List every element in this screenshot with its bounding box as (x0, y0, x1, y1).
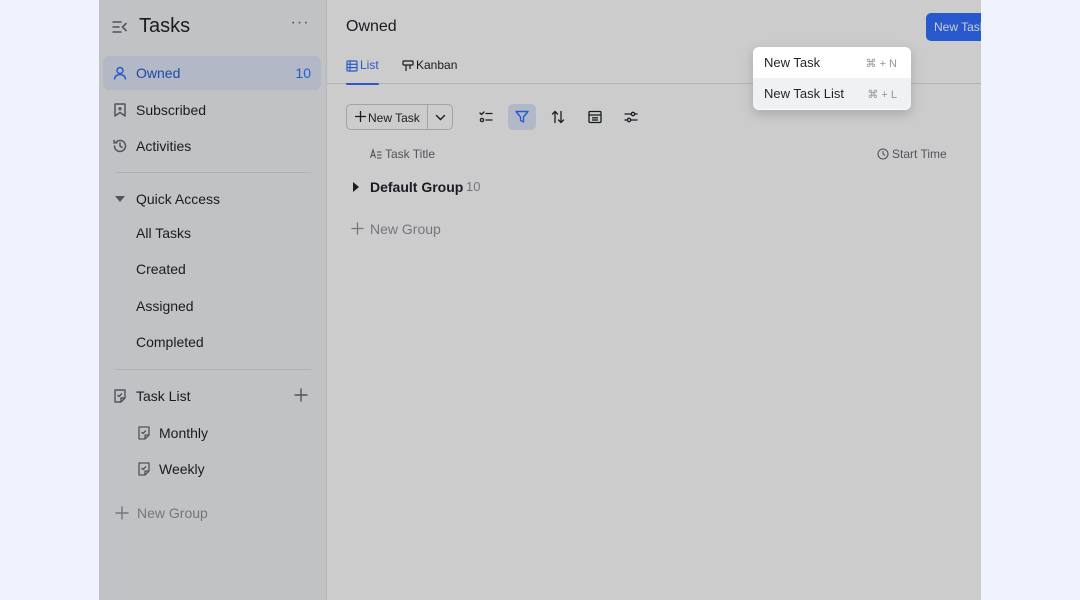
column-label: Start Time (892, 147, 947, 161)
filter-tool-button[interactable] (508, 104, 536, 130)
tab-label: List (360, 58, 379, 72)
sidebar-item-owned[interactable]: Owned 10 (103, 56, 321, 90)
plus-icon (355, 111, 366, 122)
page-title: Owned (346, 18, 397, 35)
column-label: Task Title (385, 147, 436, 161)
user-icon (112, 65, 128, 81)
shortcut-hint: ⌘ + L (867, 89, 897, 101)
sidebar-item-completed[interactable]: Completed (103, 326, 321, 358)
group-table-icon (588, 110, 602, 124)
filter-icon (515, 110, 529, 123)
bookmark-icon (112, 102, 128, 118)
add-task-list-icon[interactable] (293, 387, 311, 405)
sidebar-item-created[interactable]: Created (103, 253, 321, 285)
sort-tool-button[interactable] (544, 104, 572, 130)
new-task-dropdown-button[interactable]: New Task (926, 13, 981, 41)
sidebar-item-weekly[interactable]: Weekly (103, 453, 321, 485)
menu-item-label: New Task (764, 55, 821, 70)
sidebar-item-label: Weekly (159, 461, 205, 477)
new-group-label: New Group (137, 505, 208, 521)
tab-list[interactable]: List (346, 48, 386, 85)
settings-tool-button[interactable] (617, 104, 645, 130)
sidebar-divider (115, 172, 311, 173)
checklist-tool-button[interactable] (472, 104, 500, 130)
task-list-header[interactable]: Task List (103, 381, 321, 411)
adjust-sliders-icon (624, 111, 638, 123)
sidebar-item-label: Subscribed (136, 102, 207, 118)
more-options-icon[interactable]: ··· (289, 15, 311, 37)
tab-kanban[interactable]: Kanban (402, 48, 462, 84)
sidebar-item-all-tasks[interactable]: All Tasks (103, 217, 321, 249)
sidebar: Tasks ··· Owned 10 Subscribed Activities… (99, 0, 327, 600)
section-title: Task List (136, 388, 191, 404)
sidebar-item-label: Assigned (136, 298, 194, 314)
menu-item-new-task-list[interactable]: New Task List ⌘ + L (753, 78, 911, 109)
new-task-options-button[interactable] (428, 105, 453, 129)
sidebar-title: Tasks (139, 15, 191, 37)
chevron-down-icon (435, 114, 446, 121)
sidebar-item-label: Created (136, 261, 186, 277)
sidebar-item-label: Monthly (159, 425, 209, 441)
group-by-tool-button[interactable] (581, 104, 609, 130)
sidebar-item-label: Owned (136, 65, 181, 81)
sidebar-item-subscribed[interactable]: Subscribed (103, 93, 321, 127)
plus-icon (351, 222, 364, 235)
task-list-icon (136, 461, 152, 477)
tab-label: Kanban (416, 58, 458, 72)
sidebar-item-monthly[interactable]: Monthly (103, 417, 321, 449)
shortcut-hint: ⌘ + N (865, 58, 897, 70)
menu-item-new-task[interactable]: New Task ⌘ + N (753, 47, 911, 78)
plus-icon (115, 506, 129, 520)
checklist-icon (479, 111, 493, 123)
tasks-app-window: Tasks ··· Owned 10 Subscribed Activities… (99, 0, 981, 600)
list-view-icon (346, 59, 358, 72)
new-task-split-button: New Task (346, 104, 453, 130)
group-count: 10 (466, 179, 481, 194)
sidebar-item-label: Completed (136, 334, 204, 350)
toolbar-new-task-button[interactable]: New Task (347, 105, 427, 129)
history-icon (112, 138, 128, 154)
sidebar-item-activities[interactable]: Activities (103, 129, 321, 163)
sidebar-header: Tasks ··· (99, 0, 327, 56)
collapse-caret-icon (115, 196, 125, 202)
clock-icon (877, 148, 889, 160)
task-list-icon (136, 425, 152, 441)
kanban-view-icon (402, 59, 414, 71)
expand-caret-icon[interactable] (353, 182, 359, 192)
new-task-button-label: New Task (934, 20, 981, 34)
sidebar-item-label: All Tasks (136, 225, 191, 241)
sidebar-divider (115, 369, 311, 370)
new-task-label: New Task (368, 111, 420, 125)
sort-icon (551, 110, 565, 124)
text-field-icon (370, 148, 382, 159)
quick-access-header[interactable]: Quick Access (103, 184, 321, 214)
collapse-sidebar-icon[interactable] (111, 18, 131, 38)
owned-count-badge: 10 (295, 65, 311, 81)
menu-item-label: New Task List (764, 86, 844, 101)
group-name: Default Group (370, 179, 464, 195)
sidebar-item-assigned[interactable]: Assigned (103, 290, 321, 322)
new-task-dropdown-menu: New Task ⌘ + N New Task List ⌘ + L (753, 47, 911, 110)
sidebar-item-label: Activities (136, 138, 192, 154)
task-list-icon (112, 388, 128, 404)
section-title: Quick Access (136, 191, 221, 207)
new-group-label: New Group (370, 221, 441, 237)
